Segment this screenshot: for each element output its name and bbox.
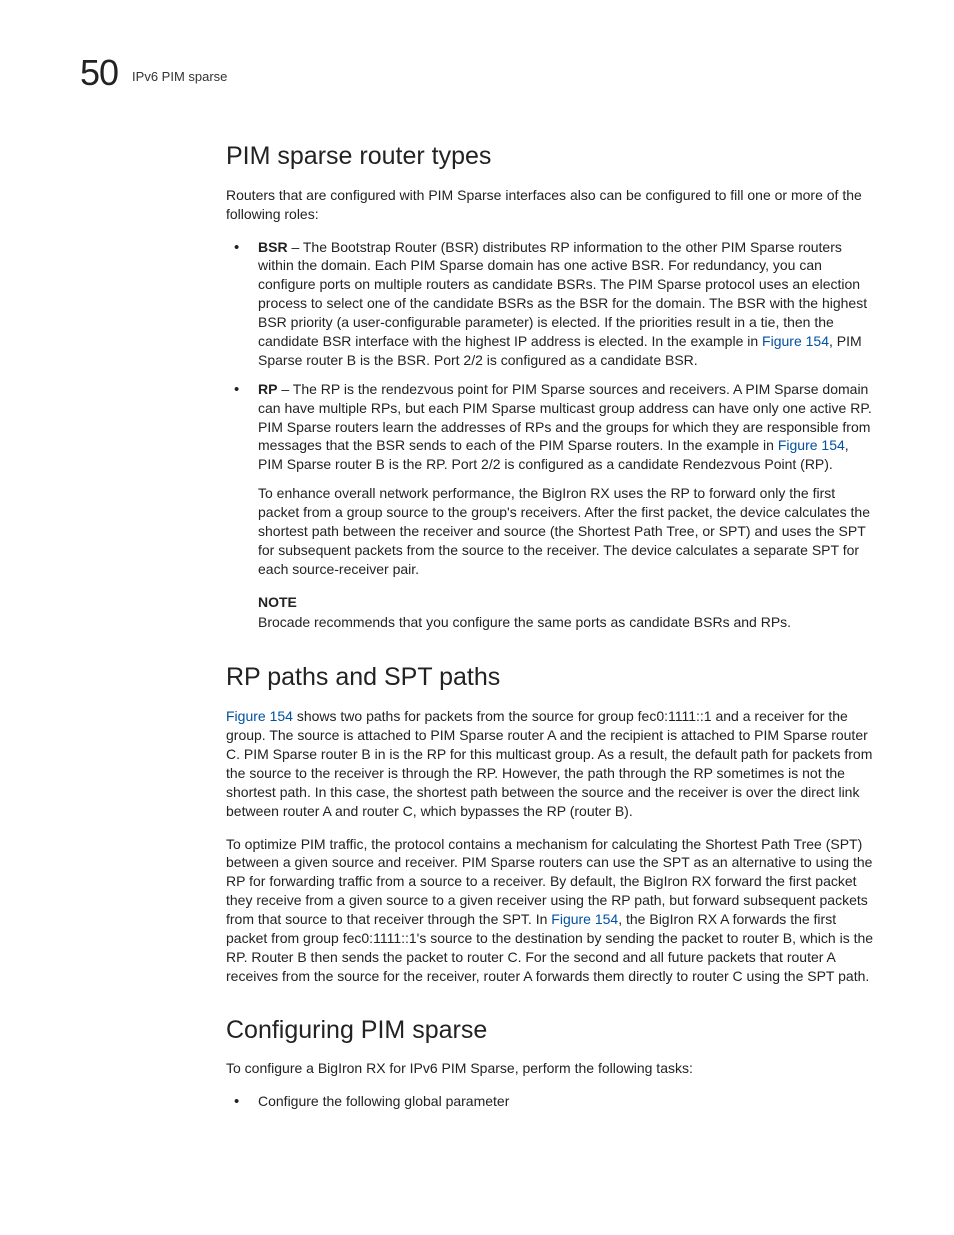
note-block: NOTE Brocade recommends that you configu… — [258, 593, 874, 632]
heading-configuring: Configuring PIM sparse — [226, 1014, 874, 1048]
router-roles-list: BSR – The Bootstrap Router (BSR) distrib… — [226, 238, 874, 475]
section-pim-sparse-router-types: PIM sparse router types Routers that are… — [226, 140, 874, 631]
running-header: 50 IPv6 PIM sparse — [80, 52, 874, 94]
config-bullet-1: Configure the following global parameter — [258, 1093, 509, 1109]
paths-paragraph-2: To optimize PIM traffic, the protocol co… — [226, 835, 874, 986]
intro-paragraph: Routers that are configured with PIM Spa… — [226, 186, 874, 224]
list-item-rp: RP – The RP is the rendezvous point for … — [226, 380, 874, 474]
list-item-bsr: BSR – The Bootstrap Router (BSR) distrib… — [226, 238, 874, 370]
heading-rp-spt: RP paths and SPT paths — [226, 661, 874, 695]
p1-after: shows two paths for packets from the sou… — [226, 708, 872, 818]
note-text: Brocade recommends that you configure th… — [258, 613, 874, 632]
section-configuring-pim-sparse: Configuring PIM sparse To configure a Bi… — [226, 1014, 874, 1112]
section-rp-spt-paths: RP paths and SPT paths Figure 154 shows … — [226, 661, 874, 985]
heading-router-types: PIM sparse router types — [226, 140, 874, 174]
term-bsr: BSR — [258, 239, 288, 255]
figure-link[interactable]: Figure 154 — [551, 911, 618, 927]
note-label: NOTE — [258, 593, 874, 612]
list-item: Configure the following global parameter — [226, 1092, 874, 1111]
config-intro: To configure a BigIron RX for IPv6 PIM S… — [226, 1059, 874, 1078]
figure-link[interactable]: Figure 154 — [762, 333, 829, 349]
figure-link[interactable]: Figure 154 — [778, 437, 845, 453]
document-page: 50 IPv6 PIM sparse PIM sparse router typ… — [0, 0, 954, 1199]
figure-link[interactable]: Figure 154 — [226, 708, 293, 724]
paths-paragraph-1: Figure 154 shows two paths for packets f… — [226, 707, 874, 820]
spt-paragraph: To enhance overall network performance, … — [258, 484, 874, 578]
chapter-number: 50 — [80, 52, 118, 94]
config-tasks-list: Configure the following global parameter — [226, 1092, 874, 1111]
chapter-title: IPv6 PIM sparse — [132, 69, 227, 84]
term-rp: RP — [258, 381, 277, 397]
page-content: PIM sparse router types Routers that are… — [226, 140, 874, 1111]
